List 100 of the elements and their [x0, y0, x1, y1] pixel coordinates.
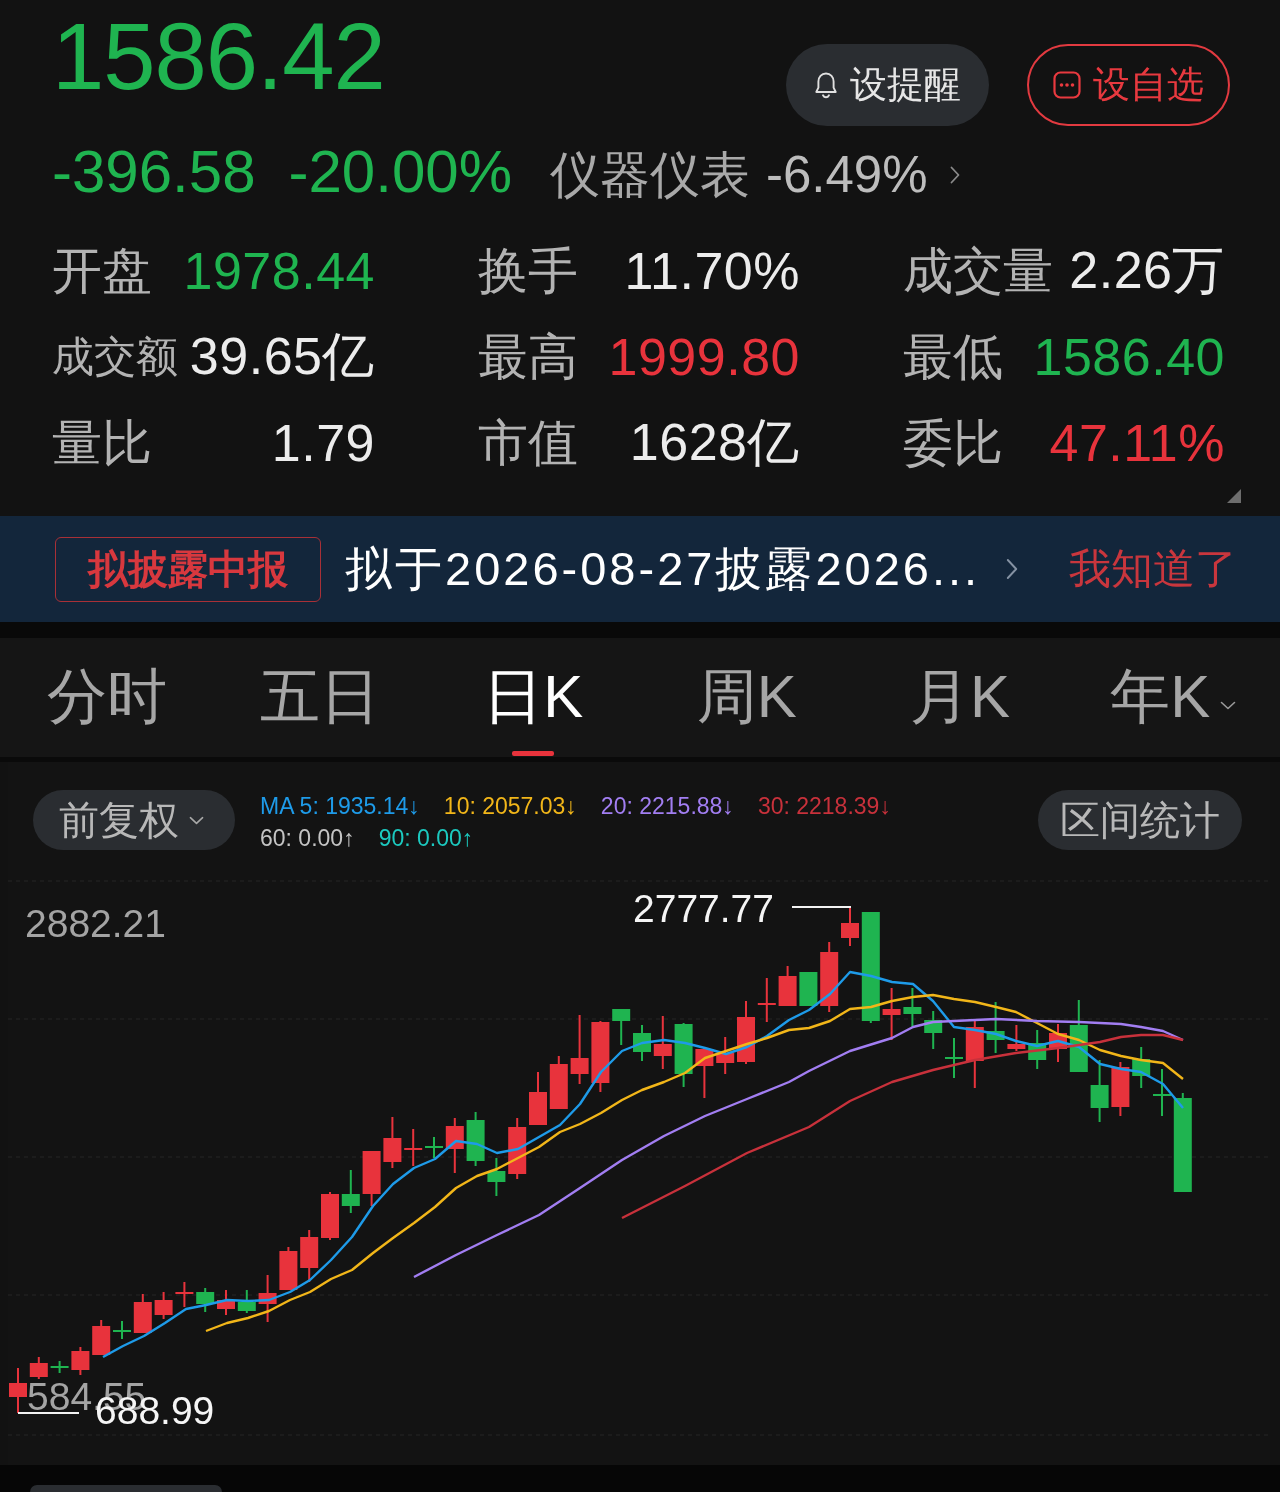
tab[interactable]: 周K: [640, 638, 854, 757]
candlestick: [196, 1288, 215, 1312]
candlestick: [591, 1021, 610, 1092]
candlestick: [674, 1023, 693, 1087]
sector-name[interactable]: 仪器仪表: [550, 142, 750, 209]
candlestick: [945, 1038, 963, 1078]
ma-legend-item: 20: 2215.88↓: [600, 792, 734, 821]
candlestick: [612, 1009, 631, 1045]
tab[interactable]: 五日: [213, 638, 427, 757]
range-stats-button[interactable]: 区间统计: [1038, 790, 1242, 850]
leader-line: [791, 906, 852, 908]
candlestick: [841, 906, 859, 946]
tab[interactable]: 年K: [1066, 638, 1280, 757]
candlestick: [1153, 1069, 1171, 1116]
candlestick: [1111, 1062, 1130, 1116]
stat-label: 成交量: [903, 241, 1053, 301]
disclosure-tag: 拟披露中报: [55, 536, 321, 602]
tab[interactable]: 日K: [426, 638, 640, 757]
stat-value: 1.79: [271, 413, 375, 473]
stat-value: 1978.44: [183, 241, 375, 301]
stat-label: 成交额: [52, 332, 178, 382]
stat-value: 11.70%: [624, 241, 800, 301]
chevron-down-icon: [189, 815, 204, 825]
stat-value: 39.65亿: [189, 326, 375, 387]
candlestick: [175, 1282, 194, 1307]
candlestick: [383, 1117, 402, 1168]
add-watchlist-button[interactable]: 设自选: [1027, 44, 1230, 126]
ma-legend-item: 30: 2218.39↓: [757, 792, 891, 821]
ma-legend-item: 10: 2057.03↓: [443, 792, 577, 821]
candlestick: [487, 1158, 506, 1196]
adjust-dropdown[interactable]: 前复权: [33, 790, 235, 850]
candlestick: [445, 1118, 464, 1173]
stat-value: 1586.40: [1033, 327, 1225, 387]
candlestick: [633, 1025, 651, 1061]
candlestick: [570, 1015, 589, 1084]
candlestick: [217, 1290, 235, 1315]
stat-label: 开盘: [52, 241, 152, 301]
candlestick: [986, 1002, 1005, 1053]
axis-label: 2882.21: [25, 909, 166, 938]
notice-text[interactable]: 拟于2026-08-27披露2026...: [345, 537, 981, 601]
candlestick: [1049, 1024, 1067, 1062]
stat-label: 市值: [478, 413, 578, 473]
candlestick: [237, 1290, 256, 1313]
sector-change: -6.49%: [766, 145, 928, 204]
candlestick: [1028, 1030, 1047, 1069]
candlestick: [695, 1048, 714, 1098]
candlestick: [258, 1275, 277, 1322]
candlestick: [653, 1016, 672, 1069]
candlestick: [1090, 1060, 1109, 1122]
candlestick: [1132, 1047, 1151, 1088]
candlestick: [1007, 1025, 1026, 1051]
candlestick: [799, 972, 818, 1006]
leader-line: [17, 1412, 80, 1414]
stat-value: 1628亿: [629, 412, 800, 473]
ellipsis-square-icon: [1053, 71, 1081, 99]
price-marker: 2777.77: [633, 894, 774, 923]
candlestick: [549, 1056, 568, 1109]
stat-label: 量比: [52, 413, 152, 473]
tab[interactable]: 分时: [0, 638, 214, 757]
candlestick: [341, 1170, 360, 1213]
price-change: -396.58: [52, 142, 256, 202]
candlestick: [965, 1019, 984, 1088]
stat-value: 2.26万: [1069, 240, 1225, 301]
candlestick: [9, 1368, 27, 1413]
candlestick: [882, 988, 901, 1040]
stat-label: 委比: [903, 413, 1003, 473]
candlestick: [466, 1112, 485, 1166]
stat-label: 换手: [478, 241, 578, 301]
candlestick: [50, 1361, 69, 1373]
stat-value: 47.11%: [1049, 413, 1225, 473]
chevron-right-icon[interactable]: [1006, 558, 1019, 580]
candlestick: [924, 1011, 943, 1049]
triangle-icon[interactable]: [1227, 489, 1241, 503]
candlestick: [92, 1320, 111, 1355]
bell-icon: [814, 71, 838, 99]
stat-label: 最高: [478, 327, 578, 387]
candlestick: [154, 1292, 173, 1319]
candlestick: [820, 942, 839, 1012]
candlestick: [1069, 1000, 1088, 1072]
ma-legend-item: 60: 0.00↑: [260, 824, 355, 853]
candlestick: [279, 1247, 298, 1290]
candlestick: [71, 1347, 90, 1375]
ma-legend-item: 90: 0.00↑: [378, 824, 474, 853]
candlestick: [903, 988, 922, 1027]
candlestick: [757, 978, 776, 1022]
stat-value: 1999.80: [608, 327, 800, 387]
tab[interactable]: 月K: [853, 638, 1067, 757]
candlestick: [737, 1001, 755, 1064]
candlestick: [404, 1129, 423, 1166]
last-price: 1586.42: [52, 10, 385, 104]
candlestick: [300, 1230, 319, 1282]
candlestick: [778, 966, 797, 1006]
candlestick: [425, 1137, 443, 1158]
ma-legend-item: MA 5: 1935.14↓: [260, 792, 420, 821]
chevron-right-icon[interactable]: [949, 165, 960, 184]
candlestick: [508, 1118, 527, 1179]
candlestick: [362, 1151, 381, 1206]
candlestick: [716, 1037, 735, 1074]
candlestick: [29, 1357, 48, 1379]
set-alert-button[interactable]: 设提醒: [786, 44, 989, 126]
